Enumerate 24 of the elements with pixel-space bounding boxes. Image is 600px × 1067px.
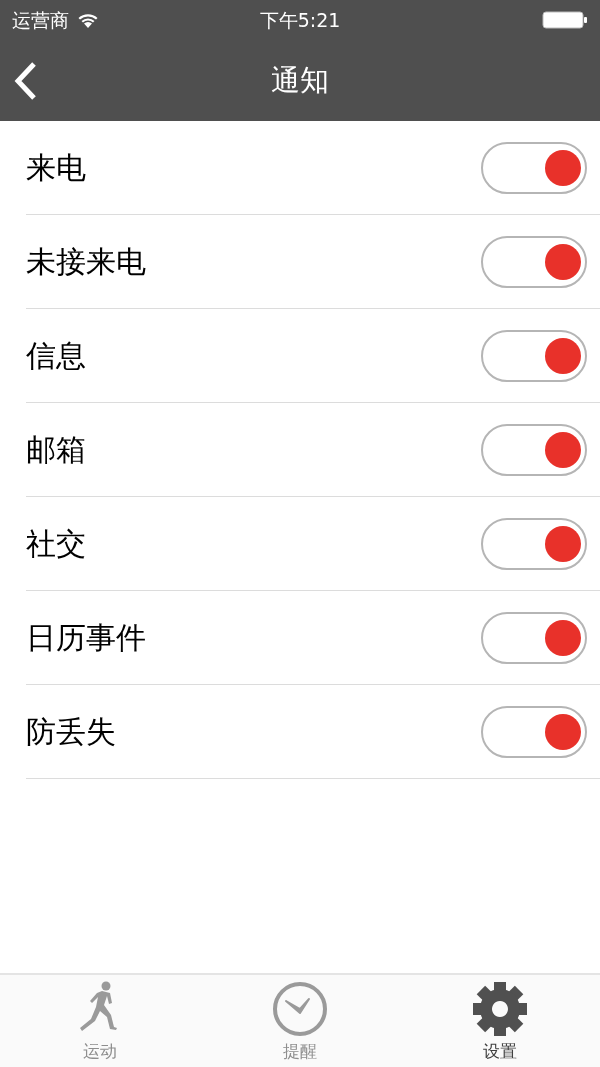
toggle-switch[interactable] xyxy=(481,517,587,570)
toggle-switch[interactable] xyxy=(481,423,587,476)
setting-label: 未接来电 xyxy=(26,243,146,281)
toggle-switch[interactable] xyxy=(481,329,587,382)
toggle-switch[interactable] xyxy=(481,141,587,194)
carrier-label: 运营商 xyxy=(12,7,69,33)
setting-label: 日历事件 xyxy=(26,619,146,657)
tab-item[interactable]: 设置 xyxy=(400,975,600,1067)
setting-label: 防丢失 xyxy=(26,713,116,751)
settings-icon xyxy=(472,980,528,1037)
toggle-switch[interactable] xyxy=(481,235,587,288)
page-title: 通知 xyxy=(271,61,329,99)
toggle-switch[interactable] xyxy=(481,611,587,664)
setting-label: 来电 xyxy=(26,149,86,187)
tab-item[interactable]: 运动 xyxy=(0,975,200,1067)
wifi-icon xyxy=(77,12,99,28)
toggle-switch[interactable] xyxy=(481,705,587,758)
status-time: 下午5:21 xyxy=(259,7,341,33)
setting-label: 信息 xyxy=(26,337,86,375)
setting-label: 邮箱 xyxy=(26,431,86,469)
setting-label: 社交 xyxy=(26,525,86,563)
tab-item[interactable]: 提醒 xyxy=(200,975,400,1067)
clock-icon xyxy=(272,980,328,1037)
battery-icon xyxy=(542,11,588,29)
